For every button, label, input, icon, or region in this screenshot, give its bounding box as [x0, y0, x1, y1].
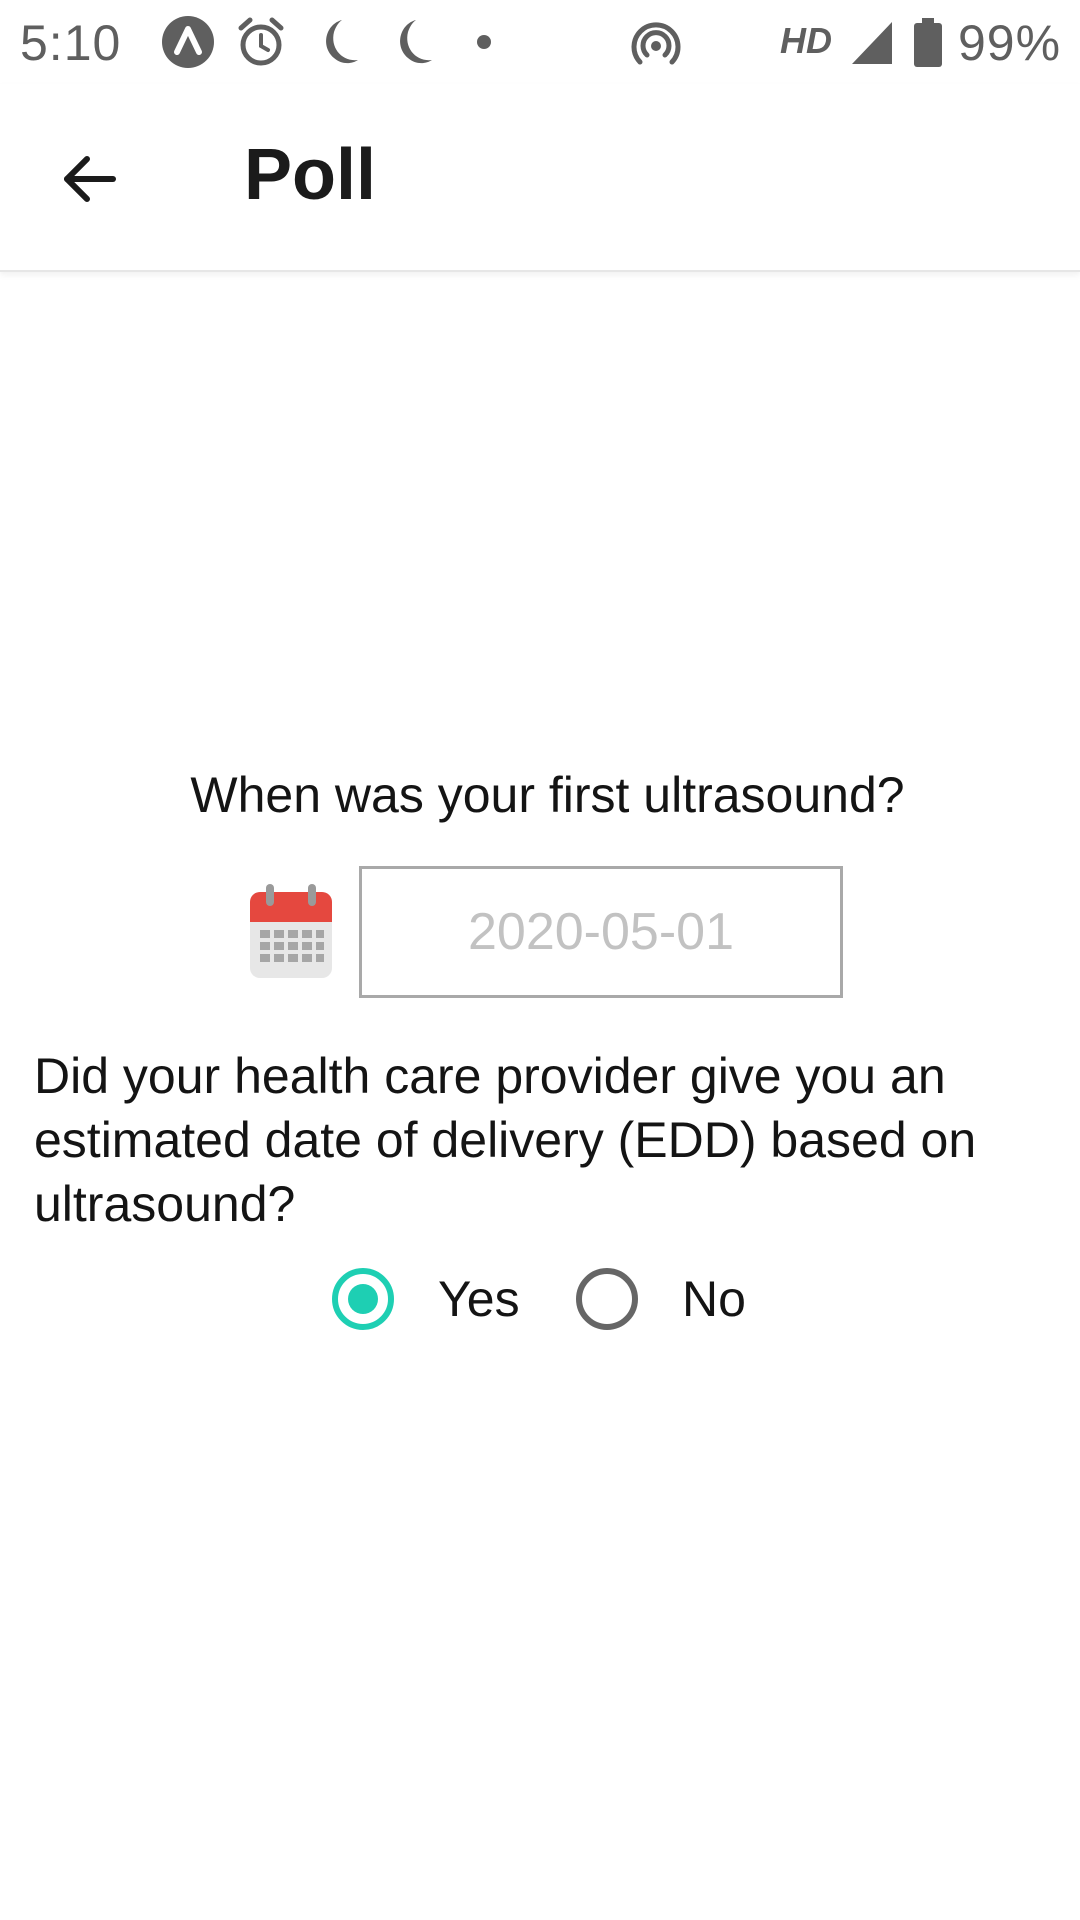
dot-icon: [477, 35, 491, 49]
edd-radio-group: Yes No: [0, 1262, 1080, 1336]
arrow-left-icon: [64, 156, 116, 202]
page-title: Poll: [244, 135, 377, 215]
status-time: 5:10: [20, 15, 122, 71]
radio-button-unchecked[interactable]: [576, 1268, 638, 1330]
calendar-button[interactable]: [248, 882, 334, 980]
ultrasound-date-input[interactable]: [359, 866, 843, 998]
question-first-ultrasound: When was your first ultrasound?: [190, 767, 905, 823]
hotspot-icon: [631, 22, 681, 65]
radio-label-yes: Yes: [438, 1271, 520, 1327]
question-edd: Did your health care provider give you a…: [34, 1048, 977, 1232]
moon-icon: [400, 20, 432, 64]
calendar-icon: [250, 884, 332, 978]
app-a-icon: [162, 16, 214, 68]
radio-button-checked[interactable]: [332, 1268, 394, 1330]
radio-dot: [348, 1284, 378, 1314]
radio-label-no: No: [682, 1271, 746, 1327]
battery-icon: [914, 18, 942, 67]
status-bar: 5:10 HD 99%: [0, 0, 1080, 84]
alarm-icon: [238, 17, 284, 66]
app-bar: Poll: [0, 84, 1080, 272]
back-button[interactable]: [44, 134, 134, 224]
moon-icon: [326, 20, 358, 64]
network-type-label: HD: [780, 20, 832, 61]
battery-percent: 99%: [958, 15, 1062, 71]
radio-option-yes[interactable]: Yes: [332, 1262, 520, 1336]
radio-option-no[interactable]: No: [576, 1262, 746, 1336]
signal-icon: [852, 22, 892, 64]
